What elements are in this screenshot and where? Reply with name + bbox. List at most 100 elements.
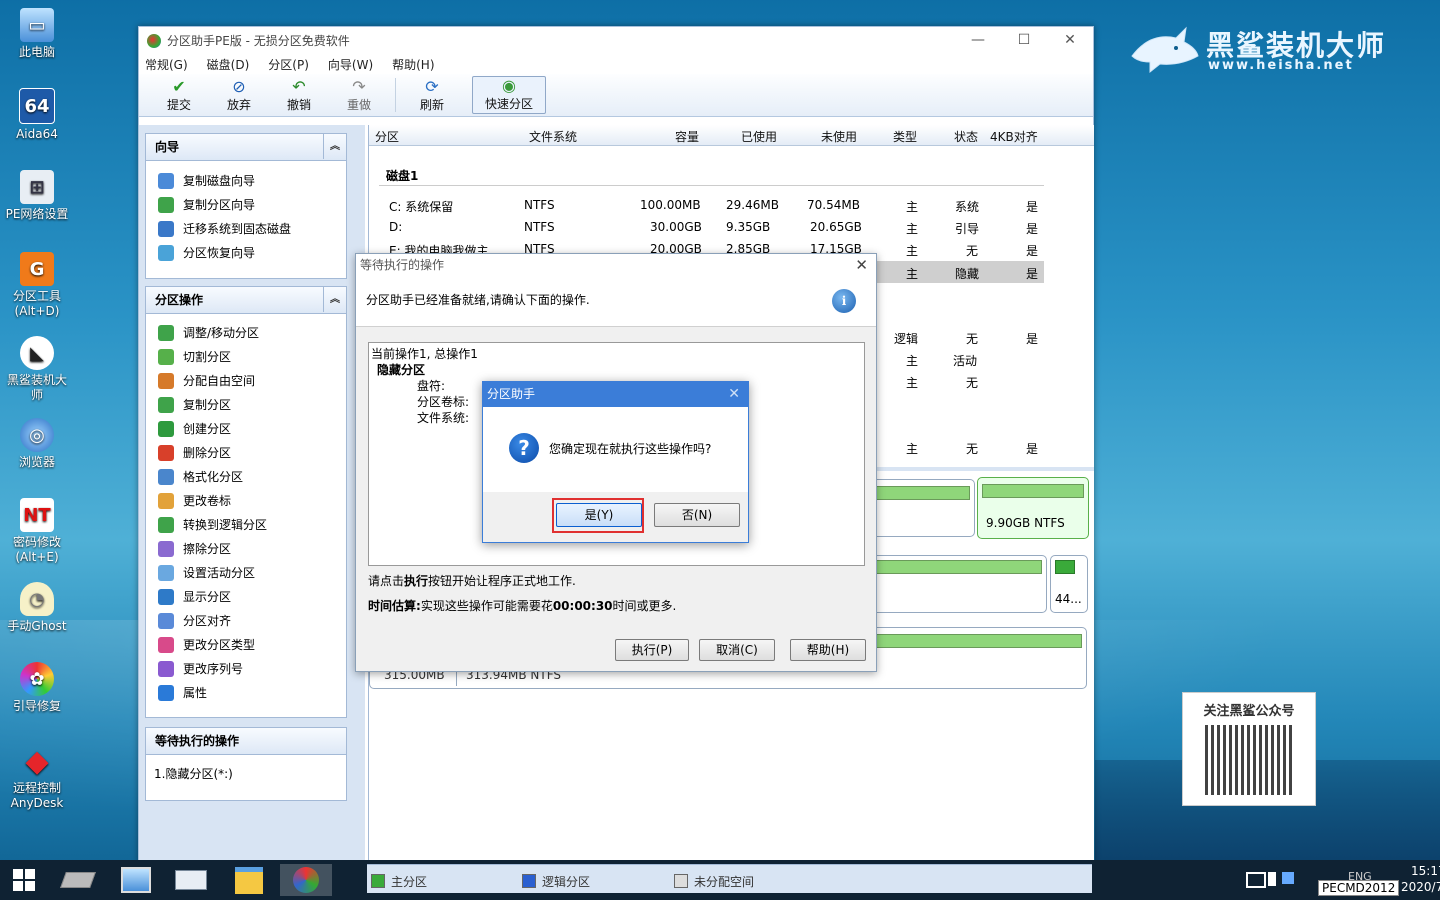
partition-assistant-icon bbox=[293, 867, 319, 893]
collapse-chevron-icon[interactable]: ︽ bbox=[323, 287, 346, 312]
quick-partition-button[interactable]: ◉ 快速分区 bbox=[472, 76, 546, 114]
network-tray-icon[interactable] bbox=[1246, 872, 1266, 888]
undo-button[interactable]: ↶ 撤销 bbox=[269, 76, 329, 113]
quick-partition-icon: ◉ bbox=[502, 76, 516, 95]
help-button[interactable]: 帮助(H) bbox=[790, 639, 866, 661]
commit-button[interactable]: ✔ 提交 bbox=[149, 76, 209, 113]
undo-icon: ↶ bbox=[292, 76, 306, 96]
op-allocate[interactable]: 分配自由空间 bbox=[146, 369, 346, 393]
disk-map-segment[interactable] bbox=[855, 555, 1047, 613]
op-resize[interactable]: 调整/移动分区 bbox=[146, 321, 346, 345]
desktop-icon-browser[interactable]: ◎ 浏览器 bbox=[2, 418, 72, 470]
windows-icon bbox=[13, 869, 35, 891]
system-tray: ENG PECMD2012 15:17 2020/7/6 bbox=[1240, 860, 1440, 900]
anydesk-icon: ◆ bbox=[25, 743, 49, 779]
op-show[interactable]: 显示分区 bbox=[146, 585, 346, 609]
start-button[interactable] bbox=[0, 864, 48, 896]
dialog-titlebar: 等待执行的操作 ✕ bbox=[356, 254, 876, 276]
info-icon: i bbox=[832, 289, 856, 313]
op-align[interactable]: 分区对齐 bbox=[146, 609, 346, 633]
split-icon bbox=[158, 349, 174, 365]
op-split[interactable]: 切割分区 bbox=[146, 345, 346, 369]
ghost-icon: ◔ bbox=[20, 582, 54, 616]
check-icon: ✔ bbox=[172, 76, 186, 96]
pending-panel-header: 等待执行的操作 bbox=[146, 728, 346, 755]
disk-map-segment-selected[interactable]: 9.90GB NTFS bbox=[977, 477, 1089, 539]
op-properties[interactable]: 属性 bbox=[146, 681, 346, 705]
pending-panel: 等待执行的操作 1.隐藏分区(*:) bbox=[145, 727, 347, 801]
close-icon[interactable]: ✕ bbox=[855, 254, 868, 276]
op-label[interactable]: 更改卷标 bbox=[146, 489, 346, 513]
menu-disk[interactable]: 磁盘(D) bbox=[207, 56, 250, 73]
close-icon[interactable]: ✕ bbox=[728, 382, 740, 407]
minimize-button[interactable]: — bbox=[955, 27, 1001, 53]
desktop-icon-boot-repair[interactable]: ✿ 引导修复 bbox=[2, 662, 72, 714]
wizard-panel-header: 向导 ︽ bbox=[146, 134, 346, 161]
discard-button[interactable]: ⊘ 放弃 bbox=[209, 76, 269, 113]
clock-time[interactable]: 15:17 bbox=[1411, 864, 1440, 878]
partition-tool-icon: G bbox=[20, 252, 54, 286]
desktop-icon-ghost[interactable]: ◔ 手动Ghost bbox=[2, 582, 72, 634]
desktop-icon-anydesk[interactable]: ◆ 远程控制 AnyDesk bbox=[2, 744, 72, 811]
pending-item[interactable]: 1.隐藏分区(*:) bbox=[146, 755, 346, 792]
refresh-button[interactable]: ⟳ 刷新 bbox=[402, 77, 462, 113]
collapse-chevron-icon[interactable]: ︽ bbox=[323, 134, 346, 159]
close-button[interactable]: ✕ bbox=[1047, 27, 1093, 53]
shark-logo-icon bbox=[1131, 26, 1199, 74]
taskbar-computer[interactable] bbox=[110, 864, 162, 896]
computer-icon: ▭ bbox=[20, 8, 54, 42]
boot-repair-icon: ✿ bbox=[20, 662, 54, 696]
tray-color-icon[interactable] bbox=[1282, 872, 1294, 884]
taskbar-partition-assistant[interactable] bbox=[280, 864, 332, 896]
menu-partition[interactable]: 分区(P) bbox=[268, 56, 309, 73]
copy-icon bbox=[158, 397, 174, 413]
primary-swatch bbox=[371, 874, 385, 888]
op-delete[interactable]: 删除分区 bbox=[146, 441, 346, 465]
no-button[interactable]: 否(N) bbox=[654, 503, 740, 527]
op-change-type[interactable]: 更改分区类型 bbox=[146, 633, 346, 657]
op-create[interactable]: 创建分区 bbox=[146, 417, 346, 441]
execute-button[interactable]: 执行(P) bbox=[615, 639, 689, 661]
disk-map-segment[interactable]: 44... bbox=[1050, 555, 1088, 613]
qr-code bbox=[1205, 725, 1293, 795]
wizard-item-migrate-os[interactable]: 迁移系统到固态磁盘 bbox=[146, 217, 346, 241]
wizard-panel: 向导 ︽ 复制磁盘向导 复制分区向导 迁移系统到固态磁盘 分区恢复向导 bbox=[145, 133, 347, 279]
discard-icon: ⊘ bbox=[232, 76, 246, 96]
label-icon bbox=[158, 493, 174, 509]
op-set-active[interactable]: 设置活动分区 bbox=[146, 561, 346, 585]
desktop-icon-heisha[interactable]: ◣ 黑鲨装机大 师 bbox=[2, 336, 72, 403]
table-row-selected[interactable]: 主 隐藏 是 bbox=[874, 261, 1044, 283]
usage-bar bbox=[1055, 560, 1075, 574]
redo-button[interactable]: ↷ 重做 bbox=[329, 77, 389, 113]
desktop-icon-partition-tool[interactable]: G 分区工具 (Alt+D) bbox=[2, 252, 72, 319]
table-row[interactable]: C: 系统保留 NTFS 100.00MB 29.46MB 70.54MB 主 … bbox=[369, 194, 1069, 216]
window-titlebar: 分区助手PE版 - 无损分区免费软件 — ☐ ✕ bbox=[139, 27, 1093, 54]
desktop-icon-aida64[interactable]: 64 Aida64 bbox=[2, 88, 72, 142]
delete-icon bbox=[158, 445, 174, 461]
cancel-button[interactable]: 取消(C) bbox=[699, 639, 775, 661]
resize-icon bbox=[158, 325, 174, 341]
taskbar-keyboard[interactable] bbox=[165, 864, 217, 896]
keyboard-tooltip: PECMD2012 bbox=[1318, 880, 1400, 896]
menu-help[interactable]: 帮助(H) bbox=[392, 56, 434, 73]
wizard-item-recovery[interactable]: 分区恢复向导 bbox=[146, 241, 346, 265]
desktop-icon-password[interactable]: NT 密码修改 (Alt+E) bbox=[2, 498, 72, 565]
taskbar-explorer[interactable] bbox=[223, 864, 275, 896]
wizard-item-copy-partition[interactable]: 复制分区向导 bbox=[146, 193, 346, 217]
wizard-item-copy-disk[interactable]: 复制磁盘向导 bbox=[146, 169, 346, 193]
op-copy[interactable]: 复制分区 bbox=[146, 393, 346, 417]
menu-general[interactable]: 常规(G) bbox=[145, 56, 188, 73]
op-change-serial[interactable]: 更改序列号 bbox=[146, 657, 346, 681]
op-convert-logical[interactable]: 转换到逻辑分区 bbox=[146, 513, 346, 537]
drive-icon bbox=[60, 872, 96, 888]
table-row[interactable]: D: NTFS 30.00GB 9.35GB 20.65GB 主 引导 是 bbox=[369, 216, 1069, 238]
clock-date[interactable]: 2020/7/6 bbox=[1401, 880, 1440, 894]
desktop-icon-network[interactable]: ⊞ PE网络设置 bbox=[2, 170, 72, 222]
tray-item-icon[interactable] bbox=[1268, 872, 1276, 886]
taskbar-drive[interactable] bbox=[52, 864, 104, 896]
op-format[interactable]: 格式化分区 bbox=[146, 465, 346, 489]
desktop-icon-this-pc[interactable]: ▭ 此电脑 bbox=[2, 8, 72, 60]
op-wipe[interactable]: 擦除分区 bbox=[146, 537, 346, 561]
menu-wizard[interactable]: 向导(W) bbox=[328, 56, 373, 73]
maximize-button[interactable]: ☐ bbox=[1001, 27, 1047, 53]
